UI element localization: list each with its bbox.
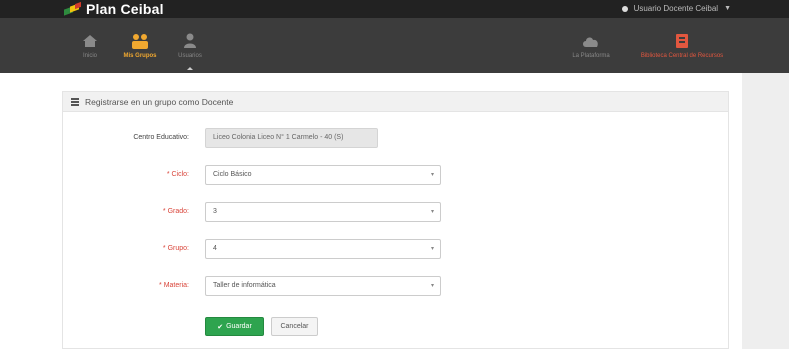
- chevron-down-icon: ▾: [430, 172, 434, 178]
- nav-item-biblioteca[interactable]: Biblioteca Central de Recursos: [632, 18, 732, 73]
- grupo-select[interactable]: 4 ▾: [205, 239, 441, 259]
- nav-item-usuarios[interactable]: Usuarios: [172, 18, 208, 73]
- centro-label: Centro Educativo:: [133, 134, 189, 141]
- chevron-down-icon: ▾: [430, 246, 434, 252]
- brand-name: Plan Ceibal: [86, 1, 164, 17]
- save-button-label: Guardar: [226, 323, 252, 330]
- form-row-grupo: * Grupo: 4 ▾: [63, 238, 730, 260]
- page-right-margin: [742, 73, 789, 349]
- chevron-down-icon: ▼: [724, 5, 731, 12]
- form-row-centro: Centro Educativo: Liceo Colonia Liceo N°…: [63, 127, 730, 149]
- groups-icon: [131, 33, 149, 49]
- nav-item-mis-grupos[interactable]: Mis Grupos: [118, 18, 162, 73]
- form-row-ciclo: * Ciclo: Ciclo Básico ▾: [63, 164, 730, 186]
- book-icon: [673, 33, 691, 49]
- nav-label: Mis Grupos: [123, 52, 157, 59]
- check-icon: ✔: [217, 323, 224, 331]
- save-button[interactable]: ✔ Guardar: [205, 317, 264, 336]
- materia-select[interactable]: Taller de informática ▾: [205, 276, 441, 296]
- nav-item-inicio[interactable]: Inicio: [72, 18, 108, 73]
- ciclo-select[interactable]: Ciclo Básico ▾: [205, 165, 441, 185]
- cloud-icon: [582, 33, 600, 49]
- grado-label: * Grado:: [162, 208, 189, 215]
- register-group-panel: Registrarse en un grupo como Docente Cen…: [62, 91, 729, 349]
- grado-select[interactable]: 3 ▾: [205, 202, 441, 222]
- cancel-button[interactable]: Cancelar: [271, 317, 318, 336]
- nav-label: La Plataforma: [572, 52, 610, 59]
- top-strip: Plan Ceibal Usuario Docente Ceibal ▼: [0, 0, 789, 18]
- form-row-materia: * Materia: Taller de informática ▾: [63, 275, 730, 297]
- grupo-selected-value: 4: [213, 245, 217, 252]
- materia-selected-value: Taller de informática: [213, 282, 276, 289]
- form-row-grado: * Grado: 3 ▾: [63, 201, 730, 223]
- brand[interactable]: Plan Ceibal: [64, 0, 164, 18]
- user-menu[interactable]: Usuario Docente Ceibal ▼: [621, 4, 731, 13]
- caret-up-icon: [187, 67, 193, 70]
- ciclo-label: * Ciclo:: [166, 171, 189, 178]
- cancel-button-label: Cancelar: [280, 323, 309, 330]
- home-icon: [81, 33, 99, 49]
- centro-value-field: Liceo Colonia Liceo N° 1 Carmelo - 40 (S…: [205, 128, 378, 148]
- chevron-down-icon: ▾: [430, 283, 434, 289]
- user-name: Usuario Docente Ceibal: [633, 4, 719, 13]
- panel-heading: Registrarse en un grupo como Docente: [63, 92, 728, 112]
- nav-label: Usuarios: [178, 52, 202, 59]
- materia-label: * Materia:: [159, 282, 189, 289]
- plan-ceibal-logo-icon: [64, 1, 82, 16]
- user-icon: [181, 33, 199, 49]
- chevron-down-icon: ▾: [430, 209, 434, 215]
- grupo-label: * Grupo:: [162, 245, 189, 252]
- top-navbar: Plan Ceibal Usuario Docente Ceibal ▼ Ini…: [0, 0, 789, 73]
- nav-label: Inicio: [82, 52, 97, 59]
- panel-title: Registrarse en un grupo como Docente: [85, 96, 234, 107]
- grado-selected-value: 3: [213, 208, 217, 215]
- nav-item-la-plataforma[interactable]: La Plataforma: [560, 18, 622, 73]
- page-left-margin: [0, 73, 62, 349]
- ciclo-selected-value: Ciclo Básico: [213, 171, 252, 178]
- nav-label: Biblioteca Central de Recursos: [640, 52, 724, 59]
- user-status-icon: [621, 5, 628, 12]
- list-icon: [71, 98, 79, 106]
